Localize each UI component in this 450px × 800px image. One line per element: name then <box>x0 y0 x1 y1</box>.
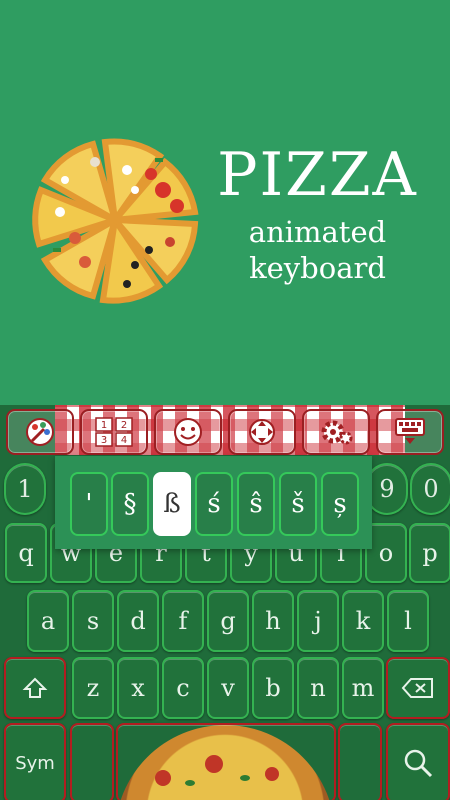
comma-key[interactable] <box>70 723 114 800</box>
key-l[interactable]: l <box>387 590 429 652</box>
key-f[interactable]: f <box>162 590 204 652</box>
symbols-key[interactable]: Sym <box>4 723 66 800</box>
popup-char-s-caron[interactable]: š <box>279 472 317 536</box>
search-icon <box>404 749 433 778</box>
svg-text:3: 3 <box>101 435 107 446</box>
period-key[interactable] <box>338 723 382 800</box>
numpad-button[interactable]: 1 2 3 4 <box>80 409 148 455</box>
key-0[interactable]: 0 <box>410 463 450 515</box>
space-key[interactable] <box>116 723 336 800</box>
popup-char-apostrophe[interactable]: ' <box>70 472 108 536</box>
hide-keyboard-button[interactable] <box>376 409 444 455</box>
popup-char-s-circumflex[interactable]: ŝ <box>237 472 275 536</box>
settings-gear-icon <box>321 420 353 445</box>
backspace-icon <box>401 678 433 698</box>
settings-button[interactable] <box>302 409 370 455</box>
popup-char-eszett[interactable]: ß <box>153 472 191 536</box>
key-g[interactable]: g <box>207 590 249 652</box>
emoji-button[interactable] <box>154 409 222 455</box>
key-1[interactable]: 1 <box>4 463 46 515</box>
key-9[interactable]: 9 <box>366 463 408 515</box>
app-subtitle-line1: animated <box>248 215 387 249</box>
popup-char-s-comma[interactable]: ș <box>321 472 359 536</box>
app-title: PIZZA <box>217 140 418 210</box>
key-j[interactable]: j <box>297 590 339 652</box>
promo-banner: PIZZA animated keyboard <box>0 0 450 405</box>
svg-text:4: 4 <box>121 435 127 446</box>
keyboard-hide-icon <box>395 418 425 444</box>
key-x[interactable]: x <box>117 657 159 719</box>
cursor-move-button[interactable] <box>228 409 296 455</box>
key-k[interactable]: k <box>342 590 384 652</box>
svg-text:1: 1 <box>101 420 107 431</box>
theme-palette-icon <box>26 418 54 446</box>
key-p[interactable]: p <box>409 523 450 583</box>
theme-button[interactable] <box>6 409 74 455</box>
key-n[interactable]: n <box>297 657 339 719</box>
key-b[interactable]: b <box>252 657 294 719</box>
app-subtitle-line2: keyboard <box>249 251 386 285</box>
cursor-move-icon <box>249 419 275 445</box>
svg-text:2: 2 <box>121 420 127 431</box>
key-h[interactable]: h <box>252 590 294 652</box>
shift-key[interactable] <box>4 657 66 719</box>
key-q[interactable]: q <box>5 523 47 583</box>
key-v[interactable]: v <box>207 657 249 719</box>
backspace-key[interactable] <box>386 657 450 719</box>
search-key[interactable] <box>386 723 450 800</box>
accent-popup: ' § ß ś ŝ š ș <box>55 456 372 549</box>
key-a[interactable]: a <box>27 590 69 652</box>
key-c[interactable]: c <box>162 657 204 719</box>
pizza-logo <box>30 135 200 305</box>
emoji-icon <box>174 418 202 446</box>
key-s[interactable]: s <box>72 590 114 652</box>
key-d[interactable]: d <box>117 590 159 652</box>
key-m[interactable]: m <box>342 657 384 719</box>
popup-char-section[interactable]: § <box>111 472 149 536</box>
numpad-icon: 1 2 3 4 <box>95 417 133 447</box>
key-z[interactable]: z <box>72 657 114 719</box>
shift-arrow-icon <box>22 677 48 698</box>
popup-char-s-acute[interactable]: ś <box>195 472 233 536</box>
